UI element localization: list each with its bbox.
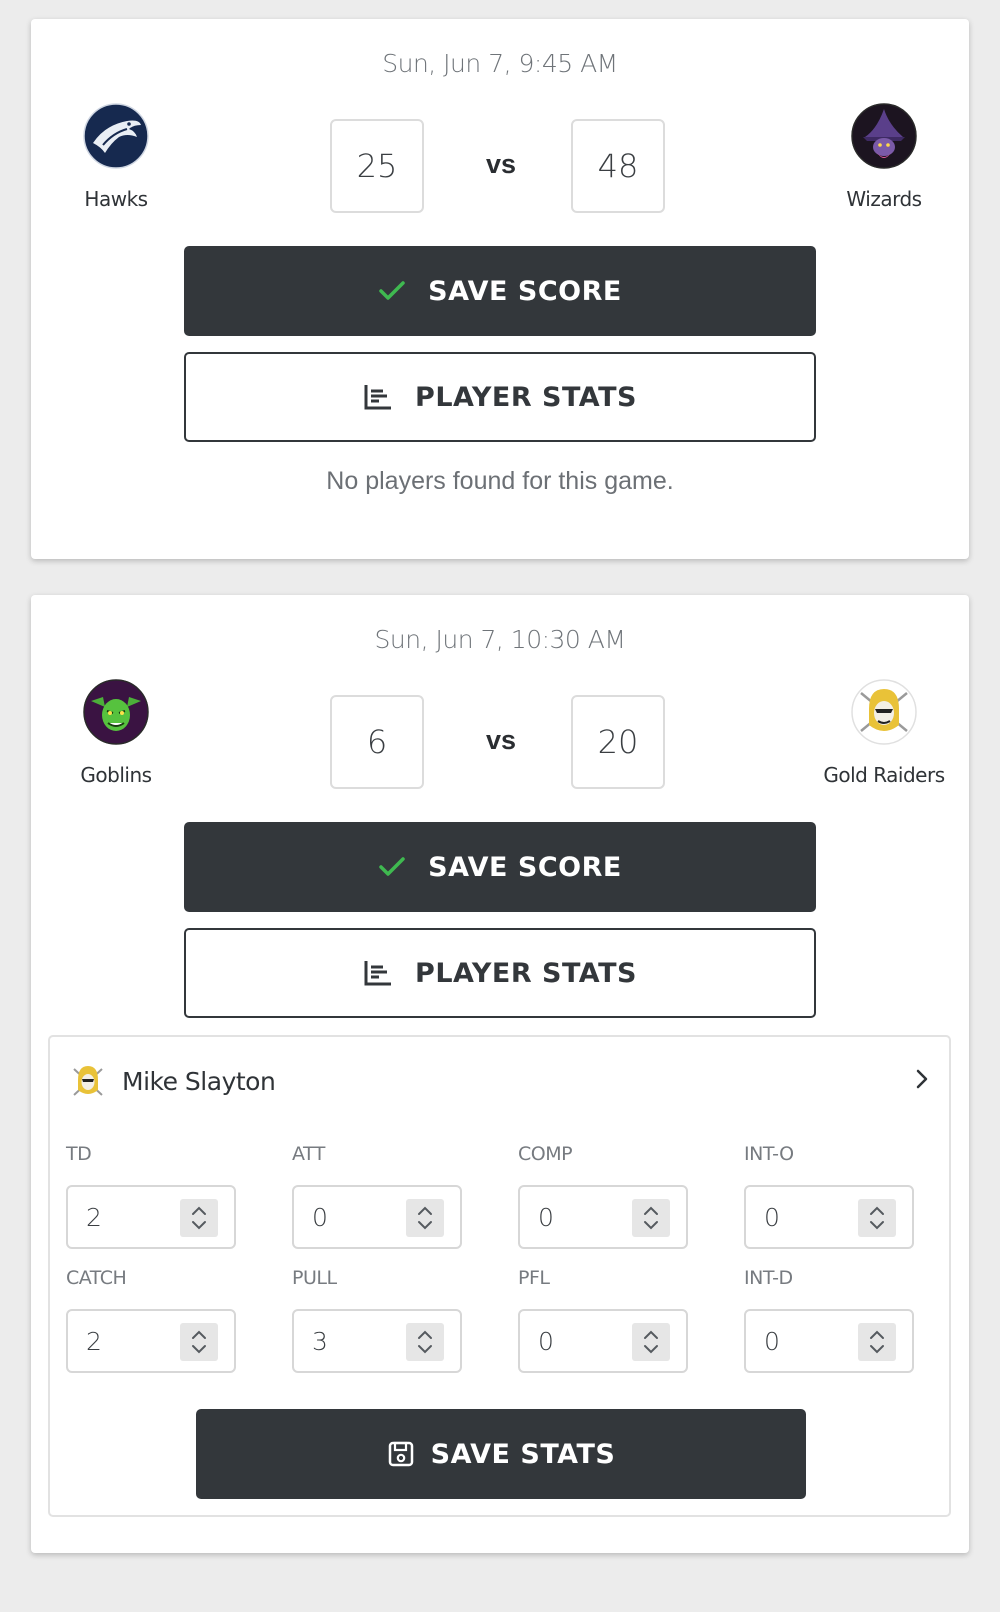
stat-number-input[interactable]: 0: [518, 1185, 688, 1249]
stat-value: 2: [86, 1202, 102, 1232]
check-icon: [378, 280, 406, 302]
game-time: Sun, Jun 7, 9:45 AM: [382, 49, 618, 78]
stat-number-input[interactable]: 2: [66, 1309, 236, 1373]
stat-field-pfl: PFL 0: [518, 1267, 688, 1373]
home-score-input[interactable]: 6: [330, 695, 424, 789]
team-name: Goblins: [80, 763, 152, 787]
stat-number-input[interactable]: 0: [744, 1309, 914, 1373]
stat-number-input[interactable]: 3: [292, 1309, 462, 1373]
stepper-icon[interactable]: [632, 1323, 670, 1361]
stat-label: ATT: [292, 1143, 325, 1165]
stat-value: 0: [764, 1326, 780, 1356]
save-stats-label: SAVE STATS: [430, 1438, 616, 1470]
player-avatar: [73, 1066, 103, 1096]
stat-field-td: TD 2: [66, 1143, 236, 1249]
game-time: Sun, Jun 7, 10:30 AM: [374, 625, 626, 654]
team-name: Gold Raiders: [823, 763, 945, 787]
away-score-input[interactable]: 20: [571, 695, 665, 789]
stat-field-att: ATT 0: [292, 1143, 462, 1249]
home-team: Goblins: [31, 679, 201, 787]
save-score-label: SAVE SCORE: [428, 851, 622, 883]
stat-label: PFL: [518, 1267, 550, 1289]
stat-field-comp: COMP 0: [518, 1143, 688, 1249]
stat-number-input[interactable]: 2: [66, 1185, 236, 1249]
stat-field-catch: CATCH 2: [66, 1267, 236, 1373]
stat-value: 0: [312, 1202, 328, 1232]
bar-chart-icon: [363, 959, 393, 987]
stat-number-input[interactable]: 0: [292, 1185, 462, 1249]
stat-label: CATCH: [66, 1267, 127, 1289]
stepper-icon[interactable]: [406, 1199, 444, 1237]
hawk-logo-icon: [83, 103, 149, 169]
game-card: Sun, Jun 7, 10:30 AM Goblins 6 vs 20 Gol…: [31, 595, 969, 1553]
wizard-logo-icon: [851, 103, 917, 169]
vs-label: vs: [485, 149, 517, 179]
player-stats-button[interactable]: PLAYER STATS: [184, 352, 816, 442]
chevron-right-icon[interactable]: [913, 1067, 931, 1096]
stepper-icon[interactable]: [858, 1199, 896, 1237]
player-stats-panel: Mike Slayton TD 2 ATT 0 COMP 0 INT-O 0 CATCH 2 PUL…: [48, 1035, 951, 1517]
raider-logo-icon: [851, 679, 917, 745]
stepper-icon[interactable]: [180, 1323, 218, 1361]
home-team: Hawks: [31, 103, 201, 211]
stat-label: COMP: [518, 1143, 573, 1165]
stat-label: INT-O: [744, 1143, 794, 1165]
stat-field-pull: PULL 3: [292, 1267, 462, 1373]
stat-value: 0: [764, 1202, 780, 1232]
home-score-input[interactable]: 25: [330, 119, 424, 213]
player-header[interactable]: Mike Slayton: [68, 1057, 931, 1105]
stat-field-int-d: INT-D 0: [744, 1267, 914, 1373]
stat-label: TD: [66, 1143, 92, 1165]
player-name: Mike Slayton: [122, 1066, 276, 1096]
stat-label: INT-D: [744, 1267, 793, 1289]
stepper-icon[interactable]: [406, 1323, 444, 1361]
save-stats-button[interactable]: SAVE STATS: [196, 1409, 806, 1499]
bar-chart-icon: [363, 383, 393, 411]
goblin-logo-icon: [83, 679, 149, 745]
stat-number-input[interactable]: 0: [744, 1185, 914, 1249]
player-stats-label: PLAYER STATS: [415, 381, 637, 413]
no-players-message: No players found for this game.: [326, 467, 674, 495]
vs-label: vs: [485, 725, 517, 755]
stepper-icon[interactable]: [180, 1199, 218, 1237]
away-team: Gold Raiders: [799, 679, 969, 787]
floppy-disk-icon: [387, 1440, 415, 1468]
team-name: Hawks: [84, 187, 148, 211]
away-team: Wizards: [799, 103, 969, 211]
stat-value: 2: [86, 1326, 102, 1356]
save-score-button[interactable]: SAVE SCORE: [184, 822, 816, 912]
away-score-input[interactable]: 48: [571, 119, 665, 213]
stat-value: 0: [538, 1202, 554, 1232]
check-icon: [378, 856, 406, 878]
stepper-icon[interactable]: [632, 1199, 670, 1237]
stat-value: 0: [538, 1326, 554, 1356]
save-score-button[interactable]: SAVE SCORE: [184, 246, 816, 336]
game-card: Sun, Jun 7, 9:45 AM Hawks 25 vs 48 Wizar…: [31, 19, 969, 559]
stat-label: PULL: [292, 1267, 337, 1289]
player-stats-label: PLAYER STATS: [415, 957, 637, 989]
stat-number-input[interactable]: 0: [518, 1309, 688, 1373]
save-score-label: SAVE SCORE: [428, 275, 622, 307]
player-stats-button[interactable]: PLAYER STATS: [184, 928, 816, 1018]
team-name: Wizards: [846, 187, 922, 211]
stat-value: 3: [312, 1326, 328, 1356]
stat-field-int-o: INT-O 0: [744, 1143, 914, 1249]
stepper-icon[interactable]: [858, 1323, 896, 1361]
